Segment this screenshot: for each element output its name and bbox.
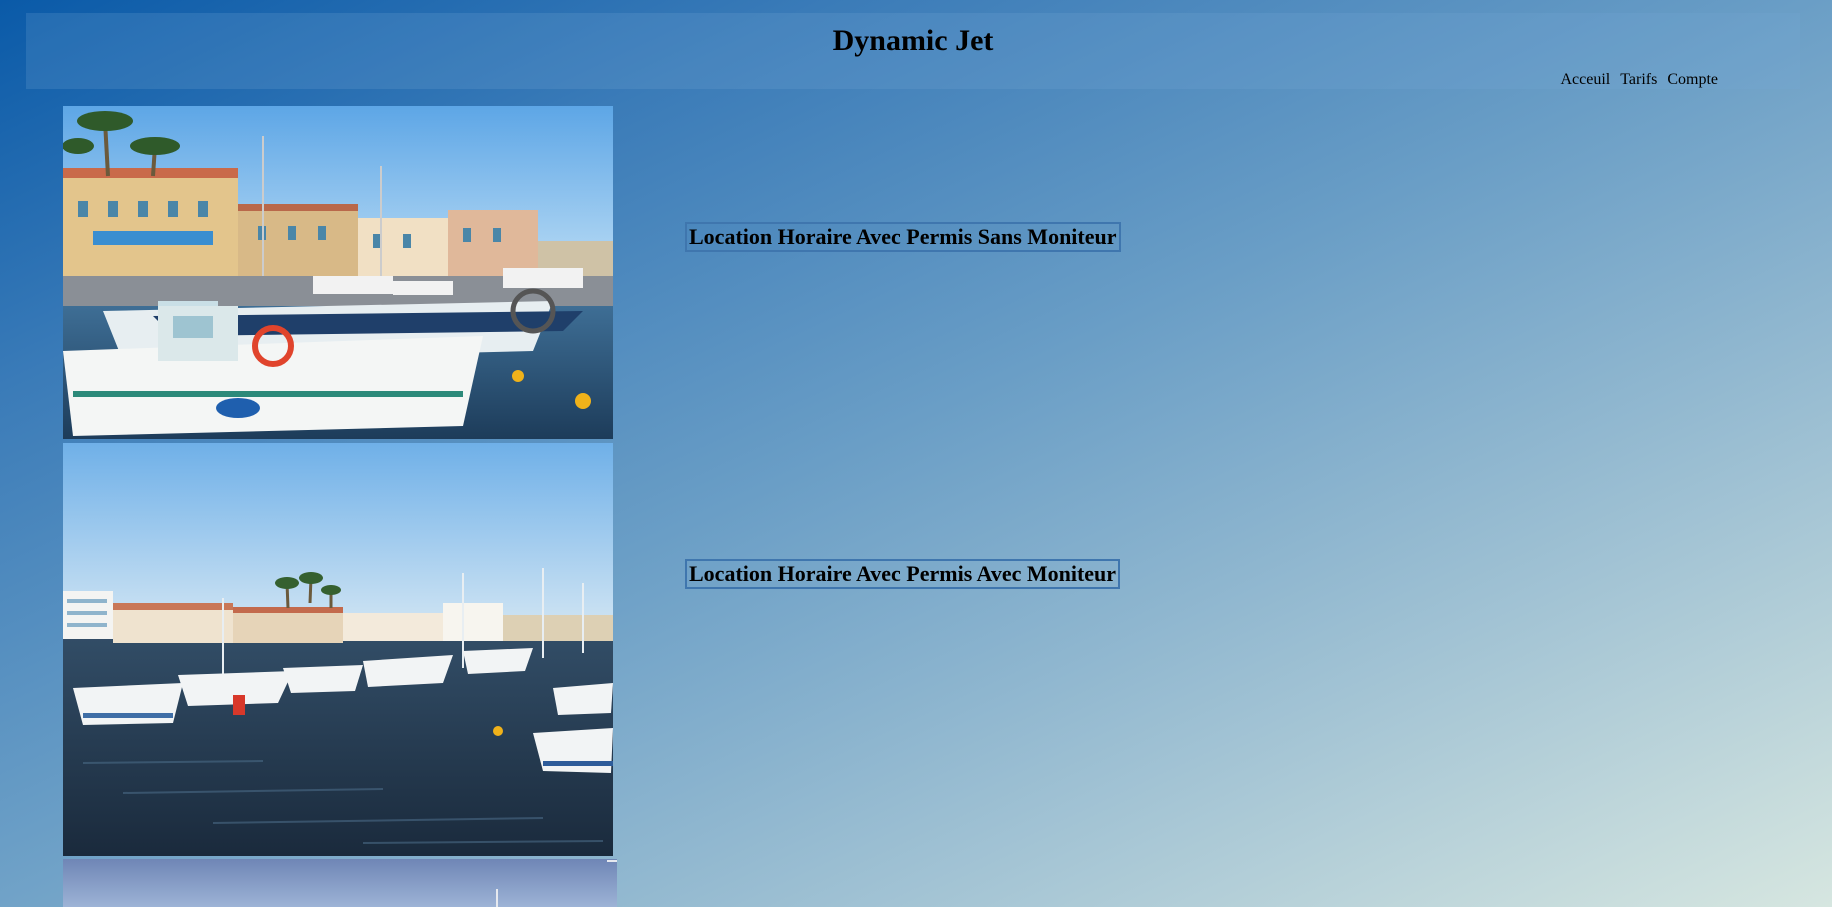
offer-link-without-instructor[interactable]: Location Horaire Avec Permis Sans Monite…: [685, 222, 1121, 252]
site-title: Dynamic Jet: [832, 24, 994, 57]
main-nav: Acceuil Tarifs Compte: [1560, 71, 1718, 89]
marina-boats-photo: [63, 443, 613, 856]
nav-link-account[interactable]: Compte: [1667, 71, 1718, 89]
sea-view-photo: [63, 859, 617, 907]
nav-link-pricing[interactable]: Tarifs: [1620, 71, 1657, 89]
nav-link-home[interactable]: Acceuil: [1560, 71, 1610, 89]
offer-link-with-instructor[interactable]: Location Horaire Avec Permis Avec Monite…: [685, 559, 1121, 589]
site-header: Dynamic Jet Acceuil Tarifs Compte: [26, 13, 1800, 89]
harbour-fishing-boats-photo: [63, 106, 613, 439]
